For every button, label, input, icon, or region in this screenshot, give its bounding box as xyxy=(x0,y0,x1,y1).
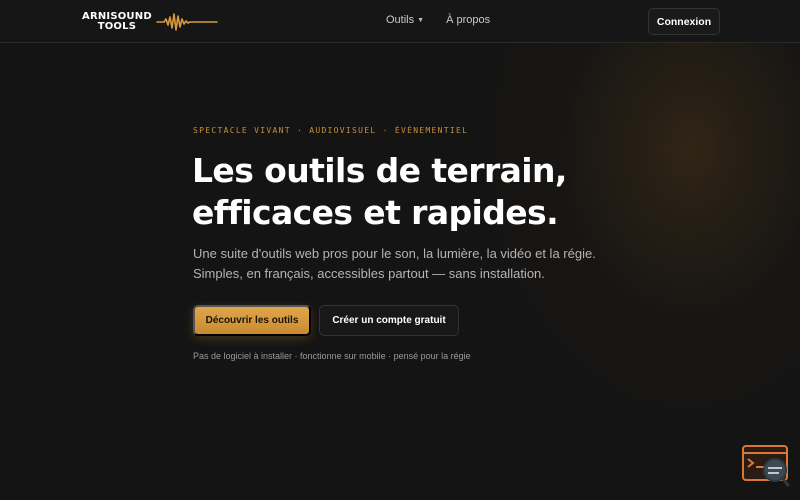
page: ARNISOUND TOOLS Outils ▼ À propos Connex… xyxy=(0,0,800,500)
brand-logo-text: ARNISOUND TOOLS xyxy=(82,12,152,32)
hero-note: Pas de logiciel à installer · fonctionne… xyxy=(193,351,471,361)
chevron-down-icon: ▼ xyxy=(417,16,425,24)
nav-item-tools[interactable]: Outils ▼ xyxy=(386,14,424,26)
nav-item-tools-label: Outils xyxy=(386,14,415,26)
login-button[interactable]: Connexion xyxy=(648,8,720,35)
nav-item-about-label: À propos xyxy=(446,14,491,26)
terminal-search-icon[interactable] xyxy=(742,445,790,487)
main-nav: Outils ▼ À propos xyxy=(386,14,490,26)
hero-kicker: SPECTACLE VIVANT · AUDIOVISUEL · ÉVÉNEME… xyxy=(193,126,469,135)
brand-logo-line2: TOOLS xyxy=(97,21,137,32)
nav-item-about[interactable]: À propos xyxy=(446,14,490,26)
brand-logo[interactable]: ARNISOUND TOOLS xyxy=(82,10,218,34)
hero-title-line2: efficaces et rapides. xyxy=(192,193,559,232)
discover-tools-button[interactable]: Découvrir les outils xyxy=(193,305,311,336)
site-header: ARNISOUND TOOLS Outils ▼ À propos Connex… xyxy=(0,0,800,43)
hero-subtitle: Une suite d'outils web pros pour le son,… xyxy=(193,246,596,281)
hero-title: Les outils de terrain, efficaces et rapi… xyxy=(192,150,612,234)
hero-title-line1: Les outils de terrain, xyxy=(192,151,567,190)
sound-wave-icon xyxy=(156,13,218,31)
create-account-button[interactable]: Créer un compte gratuit xyxy=(319,305,459,336)
